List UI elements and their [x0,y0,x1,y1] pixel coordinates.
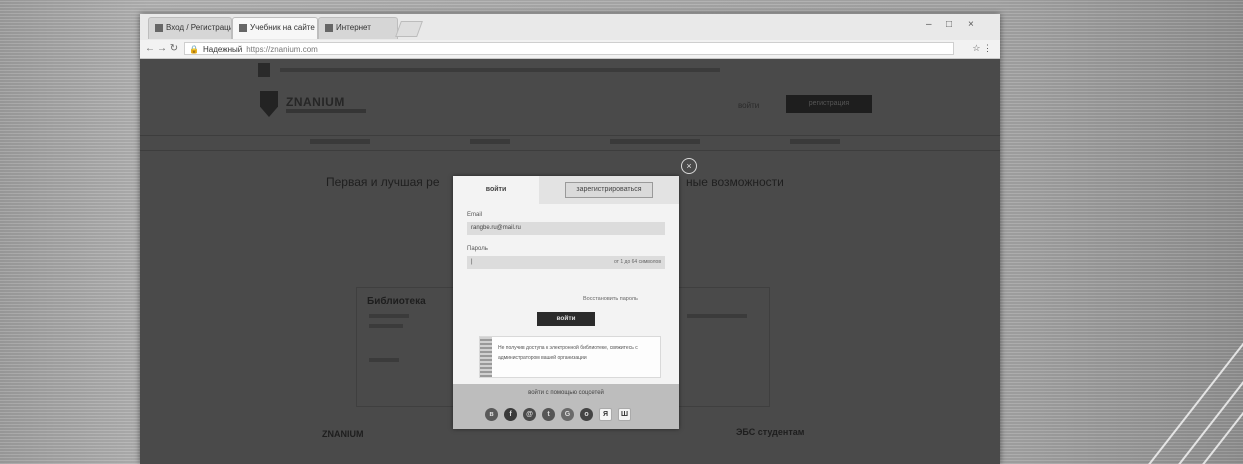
strip-text-line [280,68,720,72]
site-headline-right: ные возможности [686,175,784,189]
yandex-icon[interactable]: Я [599,408,612,421]
nav-item[interactable] [310,139,370,144]
site-footer-right: ЭБС студентам [736,427,805,437]
address-bar: ← → ↻ 🔒 Надежный https://znanium.com ☆ ⋮ [140,40,1000,59]
site-header: ZNANIUM войти регистрация [140,81,1000,131]
email-field[interactable]: rangbe.ru@mail.ru [467,222,665,235]
browser-tab-2[interactable]: Учебник на сайте [232,17,318,39]
twitter-icon[interactable]: t [542,408,555,421]
browser-window: Вход / Регистрация Учебник на сайте Инте… [140,14,1000,464]
browser-tab-1[interactable]: Вход / Регистрация [148,17,232,39]
password-hint: от 1 до 64 символов [614,259,661,265]
password-field[interactable]: | от 1 до 64 символов [467,256,665,269]
forward-arrow-icon[interactable]: → [156,43,168,55]
tab-favicon-icon [239,23,247,32]
new-tab-button[interactable] [395,21,423,37]
facebook-icon[interactable]: f [504,408,517,421]
tab-favicon-icon [155,23,163,32]
notice-box: Не получив доступа к электронной библиот… [479,336,661,378]
login-modal: войти зарегистрироваться Email rangbe.ru… [453,176,679,429]
site-headline: Первая и лучшая ре [326,175,440,189]
tab-label: Учебник на сайте [250,23,315,32]
qr-code-icon [480,337,492,377]
google-icon[interactable]: G [561,408,574,421]
site-box-title: Библиотека [367,296,426,307]
nav-item[interactable] [610,139,700,144]
text-line [369,324,403,328]
password-label: Пароль [467,246,488,252]
site-nav [140,135,1000,151]
modal-tabs: войти зарегистрироваться [453,176,679,204]
mailru-icon[interactable]: @ [523,408,536,421]
lms-icon[interactable]: Ш [618,408,631,421]
reload-icon[interactable]: ↻ [168,43,180,55]
tab-label: Вход / Регистрация [166,23,232,32]
browser-titlebar: Вход / Регистрация Учебник на сайте Инте… [140,14,1000,40]
login-submit-button[interactable]: войти [537,312,595,326]
site-logo-text: ZNANIUM [286,95,345,109]
tab-register-label: зарегистрироваться [565,182,653,198]
slide-corner-decoration [1113,334,1243,464]
text-line [369,314,409,318]
site-logo-subtitle [286,109,366,113]
tab-label: Интернет [336,23,371,32]
site-top-strip [258,63,880,77]
modal-close-icon[interactable]: × [681,158,697,174]
tab-favicon-icon [325,23,333,32]
close-window-button[interactable]: × [968,19,974,30]
maximize-button[interactable]: □ [946,19,952,30]
flag-icon [258,63,270,77]
email-label: Email [467,212,483,218]
site-logo-icon [260,91,278,117]
tab-login[interactable]: войти [453,176,539,204]
forgot-password-link[interactable]: Восстановить пароль [583,296,638,302]
bookmark-menu-icon[interactable]: ☆ ⋮ [972,43,992,54]
nav-item[interactable] [790,139,840,144]
modal-social-footer: войти с помощью соцсетей в f @ t Gо Я Ш [453,384,679,429]
lock-icon: 🔒 [189,45,199,54]
odnoklassniki-icon[interactable]: о [580,408,593,421]
email-value: rangbe.ru@mail.ru [471,225,521,231]
notice-text: Не получив доступа к электронной библиот… [498,345,638,361]
url-field[interactable]: 🔒 Надежный https://znanium.com [184,42,954,55]
minimize-button[interactable]: – [926,19,932,30]
tab-register[interactable]: зарегистрироваться [539,176,679,204]
vk-icon[interactable]: в [485,408,498,421]
social-login-label: войти с помощью соцсетей [528,390,604,396]
url-security-label: Надежный [202,45,243,54]
back-arrow-icon[interactable]: ← [144,43,156,55]
site-register-button[interactable]: регистрация [786,95,872,113]
text-line [369,358,399,362]
nav-item[interactable] [470,139,510,144]
site-footer-left: ZNANIUM [322,429,364,439]
browser-tab-3[interactable]: Интернет [318,17,398,39]
url-host: https://znanium.com [246,45,318,54]
text-line [687,314,747,318]
site-login-link[interactable]: войти [738,101,759,110]
